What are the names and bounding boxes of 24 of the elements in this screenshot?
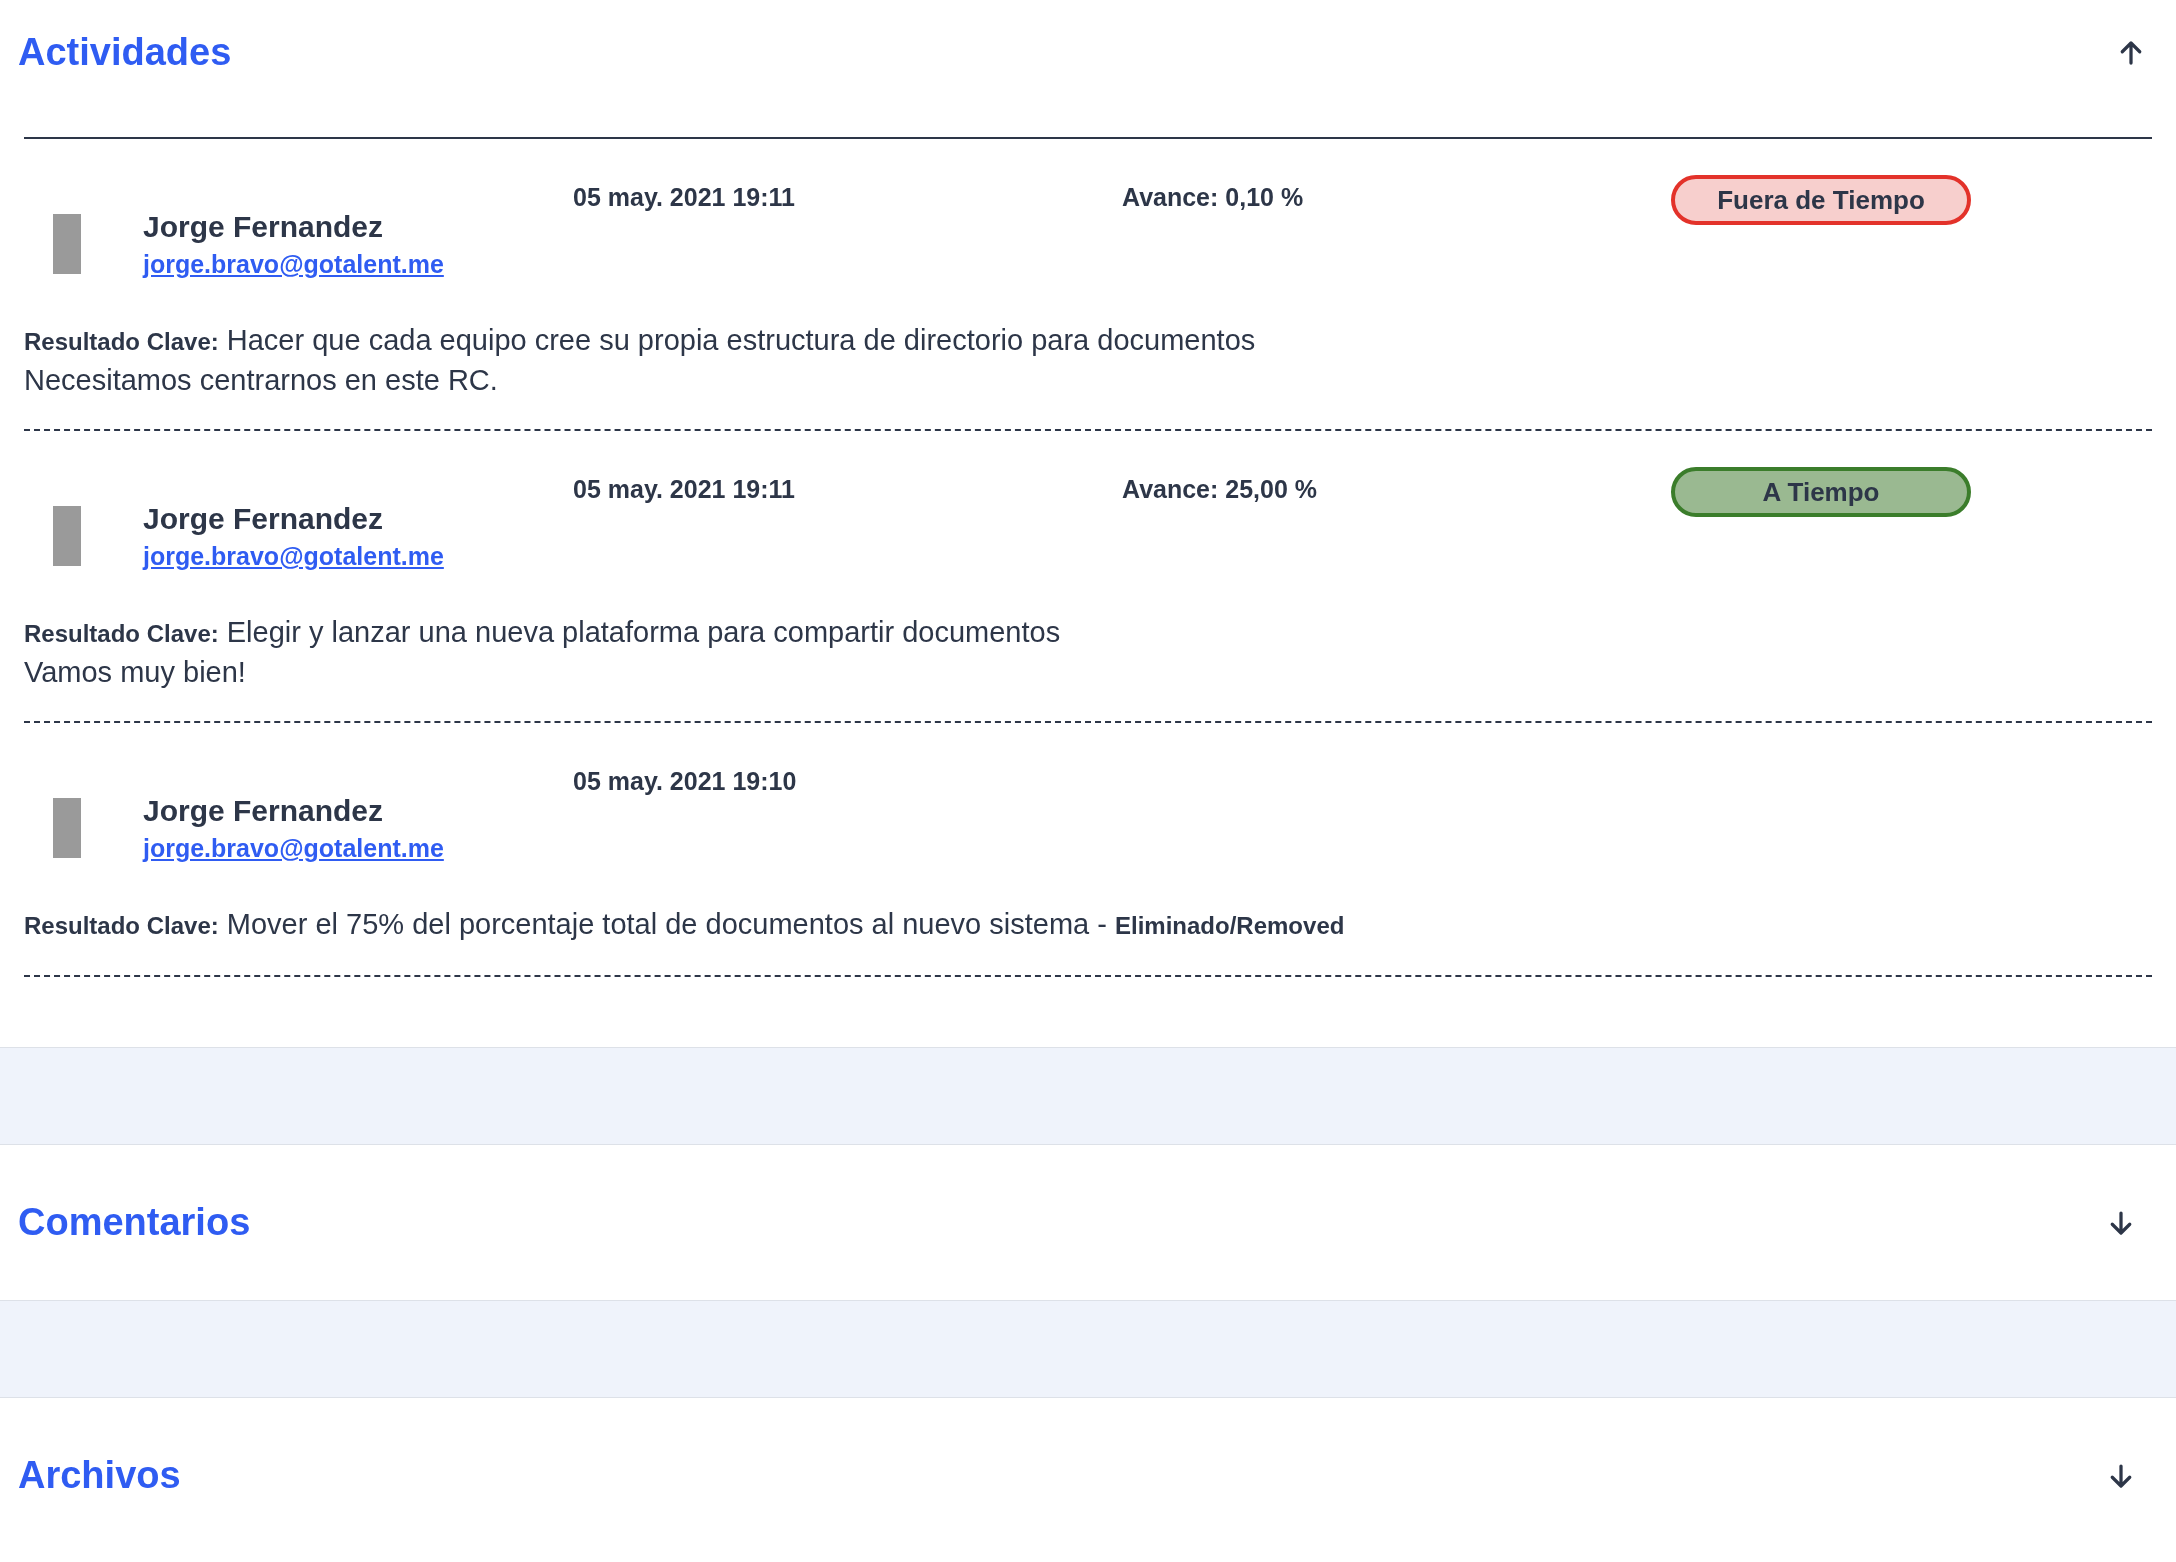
- email-link[interactable]: jorge.bravo@gotalent.me: [143, 539, 444, 573]
- comment-text: Vamos muy bien!: [24, 655, 247, 690]
- progress-text: Avance: 0,10 %: [1122, 182, 1305, 213]
- email-link[interactable]: jorge.bravo@gotalent.me: [143, 247, 444, 281]
- progress-text: Avance: 25,00 %: [1122, 474, 1319, 505]
- activity-date: 05 may. 2021 19:11: [573, 182, 796, 213]
- comment-text: Necesitamos centrarnos en este RC.: [24, 363, 499, 398]
- section-title[interactable]: Actividades: [18, 24, 232, 81]
- user-name: Jorge Fernandez: [143, 501, 385, 537]
- user-name: Jorge Fernandez: [143, 209, 385, 245]
- email-link[interactable]: jorge.bravo@gotalent.me: [143, 831, 444, 865]
- user-name: Jorge Fernandez: [143, 793, 385, 829]
- avatar-photo-placeholder: [53, 798, 81, 858]
- status-badge: Fuera de Tiempo: [1671, 175, 1971, 225]
- key-result-text: Resultado Clave: Mover el 75% del porcentaje total de documentos al nuevo sistema - Eliminado/Removed: [24, 907, 1346, 942]
- key-result-text: Resultado Clave: Hacer que cada equipo cree su propia estructura de directorio para documentos: [24, 323, 1257, 358]
- key-result-text: Resultado Clave: Elegir y lanzar una nueva plataforma para compartir documentos: [24, 615, 1062, 650]
- avatar-photo-placeholder: [53, 506, 81, 566]
- activity-date: 05 may. 2021 19:11: [573, 474, 796, 505]
- status-badge: A Tiempo: [1671, 467, 1971, 517]
- section-title[interactable]: Comentarios: [18, 1194, 251, 1251]
- avatar-photo-placeholder: [53, 214, 81, 274]
- activity-date: 05 may. 2021 19:10: [573, 766, 798, 797]
- section-title[interactable]: Archivos: [18, 1447, 181, 1504]
